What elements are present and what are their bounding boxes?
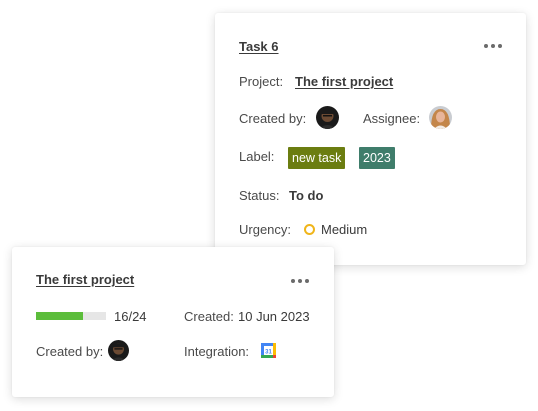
project-title-link[interactable]: The first project: [36, 272, 134, 287]
urgency-value[interactable]: Medium: [321, 222, 367, 237]
project-link[interactable]: The first project: [295, 74, 393, 89]
google-calendar-icon[interactable]: 31: [261, 343, 276, 358]
task-card: Task 6 Project: The first project Create…: [215, 13, 526, 265]
tag-new-task[interactable]: new task: [288, 147, 346, 169]
project-label: Project:: [239, 74, 284, 89]
project-creator-avatar[interactable]: [108, 340, 129, 361]
project-created-by-label: Created by:: [36, 344, 104, 359]
created-label: Created:: [184, 309, 234, 324]
created-date: 10 Jun 2023: [238, 309, 310, 324]
project-card: The first project 16/24 Created: 10 Jun …: [12, 247, 334, 397]
project-more-options-icon[interactable]: [291, 279, 309, 283]
tag-2023[interactable]: 2023: [359, 147, 395, 169]
urgency-circle-icon: [304, 224, 315, 235]
assignee-label: Assignee:: [363, 111, 421, 126]
creator-avatar[interactable]: [316, 106, 339, 129]
integration-label: Integration:: [184, 344, 250, 359]
task-more-options-icon[interactable]: [484, 44, 502, 48]
status-label: Status:: [239, 188, 280, 203]
progress-count: 16/24: [114, 309, 147, 324]
assignee-avatar[interactable]: [429, 106, 452, 129]
label-label: Label:: [239, 149, 275, 164]
created-by-label: Created by:: [239, 111, 307, 126]
progress-bar-fill: [36, 312, 83, 320]
svg-text:31: 31: [265, 349, 272, 355]
status-value[interactable]: To do: [289, 188, 323, 203]
progress-bar: [36, 312, 106, 320]
urgency-label: Urgency:: [239, 222, 292, 237]
task-title-link[interactable]: Task 6: [239, 39, 279, 54]
